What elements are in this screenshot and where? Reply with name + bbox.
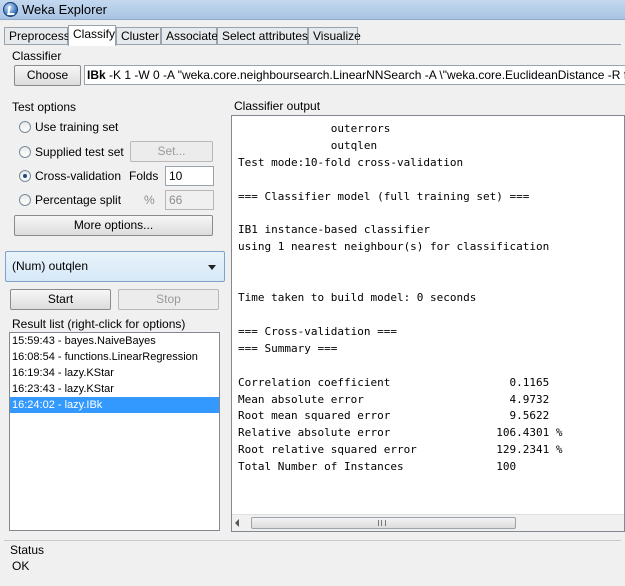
grip-icon [378, 520, 386, 526]
classifier-options: -K 1 -W 0 -A "weka.core.neighboursearch.… [105, 68, 625, 82]
folds-input[interactable]: 10 [165, 166, 214, 186]
classifier-output-panel[interactable]: outerrors outqlen Test mode:10-fold cros… [231, 115, 625, 532]
start-button[interactable]: Start [10, 289, 111, 310]
cross-validation-radio[interactable] [19, 170, 31, 182]
tab-select-attributes[interactable]: Select attributes [217, 27, 308, 45]
title-bar: Weka Explorer [0, 0, 625, 20]
supplied-test-set-label: Supplied test set [35, 145, 124, 159]
result-list[interactable]: 15:59:43 - bayes.NaiveBayes 16:08:54 - f… [9, 332, 220, 531]
result-item-kstar-1[interactable]: 16:19:34 - lazy.KStar [10, 365, 219, 381]
classifier-output-label: Classifier output [234, 99, 321, 113]
tab-classify[interactable]: Classify [68, 25, 116, 46]
tab-visualize[interactable]: Visualize [308, 27, 361, 45]
chevron-down-icon [208, 265, 216, 270]
tab-cluster[interactable]: Cluster [116, 27, 161, 45]
classifier-name: IBk [87, 68, 106, 82]
percentage-split-label: Percentage split [35, 193, 122, 207]
tab-preprocess[interactable]: Preprocess [4, 27, 70, 45]
choose-button[interactable]: Choose [14, 65, 81, 86]
use-training-set-label: Use training set [35, 120, 119, 134]
result-item-kstar-2[interactable]: 16:23:43 - lazy.KStar [10, 381, 219, 397]
weka-app-icon [3, 2, 18, 17]
classifier-command-field[interactable]: IBk -K 1 -W 0 -A "weka.core.neighboursea… [84, 65, 625, 85]
tab-associate[interactable]: Associate [161, 27, 218, 45]
percent-symbol: % [144, 193, 155, 207]
result-item-linear-regression[interactable]: 16:08:54 - functions.LinearRegression [10, 349, 219, 365]
scrollbar-thumb[interactable] [251, 517, 516, 529]
percentage-split-radio[interactable] [19, 194, 31, 206]
status-text: OK [12, 559, 30, 573]
classifier-output-text: outerrors outqlen Test mode:10-fold cros… [238, 122, 563, 474]
class-attribute-value: (Num) outqlen [12, 259, 89, 273]
window-title: Weka Explorer [22, 2, 108, 17]
status-label: Status [10, 543, 45, 557]
class-attribute-select[interactable]: (Num) outqlen [5, 251, 225, 282]
set-button[interactable]: Set... [130, 141, 213, 162]
percentage-input[interactable]: 66 [165, 190, 214, 210]
stop-button[interactable]: Stop [118, 289, 219, 310]
horizontal-scrollbar[interactable] [232, 514, 624, 531]
scroll-left-arrow-icon[interactable] [235, 519, 239, 527]
result-list-label: Result list (right-click for options) [12, 317, 186, 331]
use-training-set-radio[interactable] [19, 121, 31, 133]
test-options-label: Test options [12, 100, 77, 114]
folds-label: Folds [129, 169, 159, 183]
cross-validation-label: Cross-validation [35, 169, 122, 183]
more-options-button[interactable]: More options... [14, 215, 213, 236]
supplied-test-set-radio[interactable] [19, 146, 31, 158]
status-bar: Status OK [4, 540, 621, 582]
result-item-ibk[interactable]: 16:24:02 - lazy.IBk [10, 397, 219, 413]
classifier-section-label: Classifier [12, 49, 62, 63]
result-item-naive-bayes[interactable]: 15:59:43 - bayes.NaiveBayes [10, 333, 219, 349]
